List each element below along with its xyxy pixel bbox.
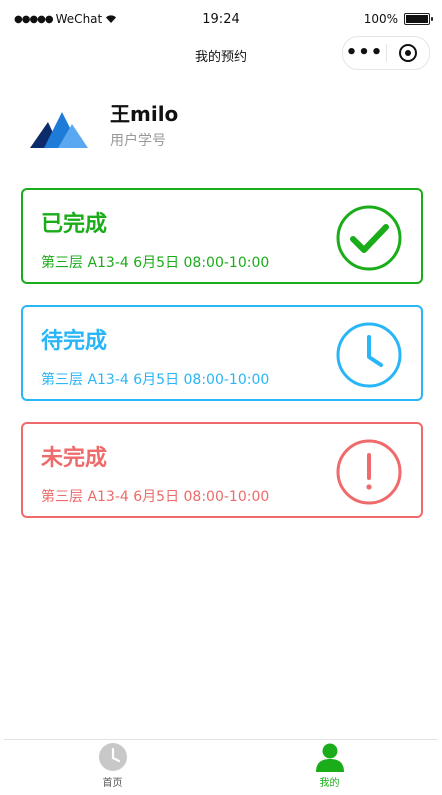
battery-percent: 100% (363, 12, 398, 26)
avatar (30, 112, 88, 148)
reservation-card-missed[interactable]: 未完成 第三层 A13-4 6月5日 08:00-10:00 (21, 422, 423, 518)
tab-bar: 首页 我的 (4, 739, 438, 792)
student-id: 用户学号 (110, 133, 166, 149)
profile-header: 王milo 用户学号 (30, 98, 410, 158)
user-name: 王milo (110, 102, 179, 126)
tab-label: 我的 (319, 778, 340, 789)
reservation-status: 待完成 (41, 329, 108, 354)
check-circle-icon (336, 205, 402, 271)
clock-icon (98, 743, 127, 771)
app-frame: ●●●●● WeChat 19:24 100% 我的预约 ••• 王milo 用… (4, 0, 438, 795)
status-right: 100% (363, 12, 433, 26)
battery-icon (404, 13, 433, 25)
status-bar: ●●●●● WeChat 19:24 100% (4, 0, 438, 40)
tab-mine[interactable]: 我的 (221, 740, 438, 792)
reservation-status: 未完成 (41, 446, 108, 471)
tab-home[interactable]: 首页 (4, 740, 221, 792)
battery-fill (406, 15, 428, 23)
tab-label: 首页 (102, 778, 123, 789)
reservation-detail: 第三层 A13-4 6月5日 08:00-10:00 (41, 489, 270, 505)
clock-icon (336, 322, 402, 388)
mini-program-capsule: ••• (342, 36, 430, 70)
reservation-status: 已完成 (41, 212, 108, 237)
reservation-card-completed[interactable]: 已完成 第三层 A13-4 6月5日 08:00-10:00 (21, 188, 423, 284)
close-mini-program-button[interactable] (387, 44, 429, 62)
more-options-button[interactable]: ••• (343, 44, 386, 62)
user-icon (315, 743, 344, 772)
exclamation-circle-icon (336, 439, 402, 505)
navigation-bar: 我的预约 ••• (4, 36, 438, 70)
reservation-detail: 第三层 A13-4 6月5日 08:00-10:00 (41, 255, 270, 271)
close-ring-icon (399, 44, 417, 62)
reservation-detail: 第三层 A13-4 6月5日 08:00-10:00 (41, 372, 270, 388)
reservation-card-pending[interactable]: 待完成 第三层 A13-4 6月5日 08:00-10:00 (21, 305, 423, 401)
